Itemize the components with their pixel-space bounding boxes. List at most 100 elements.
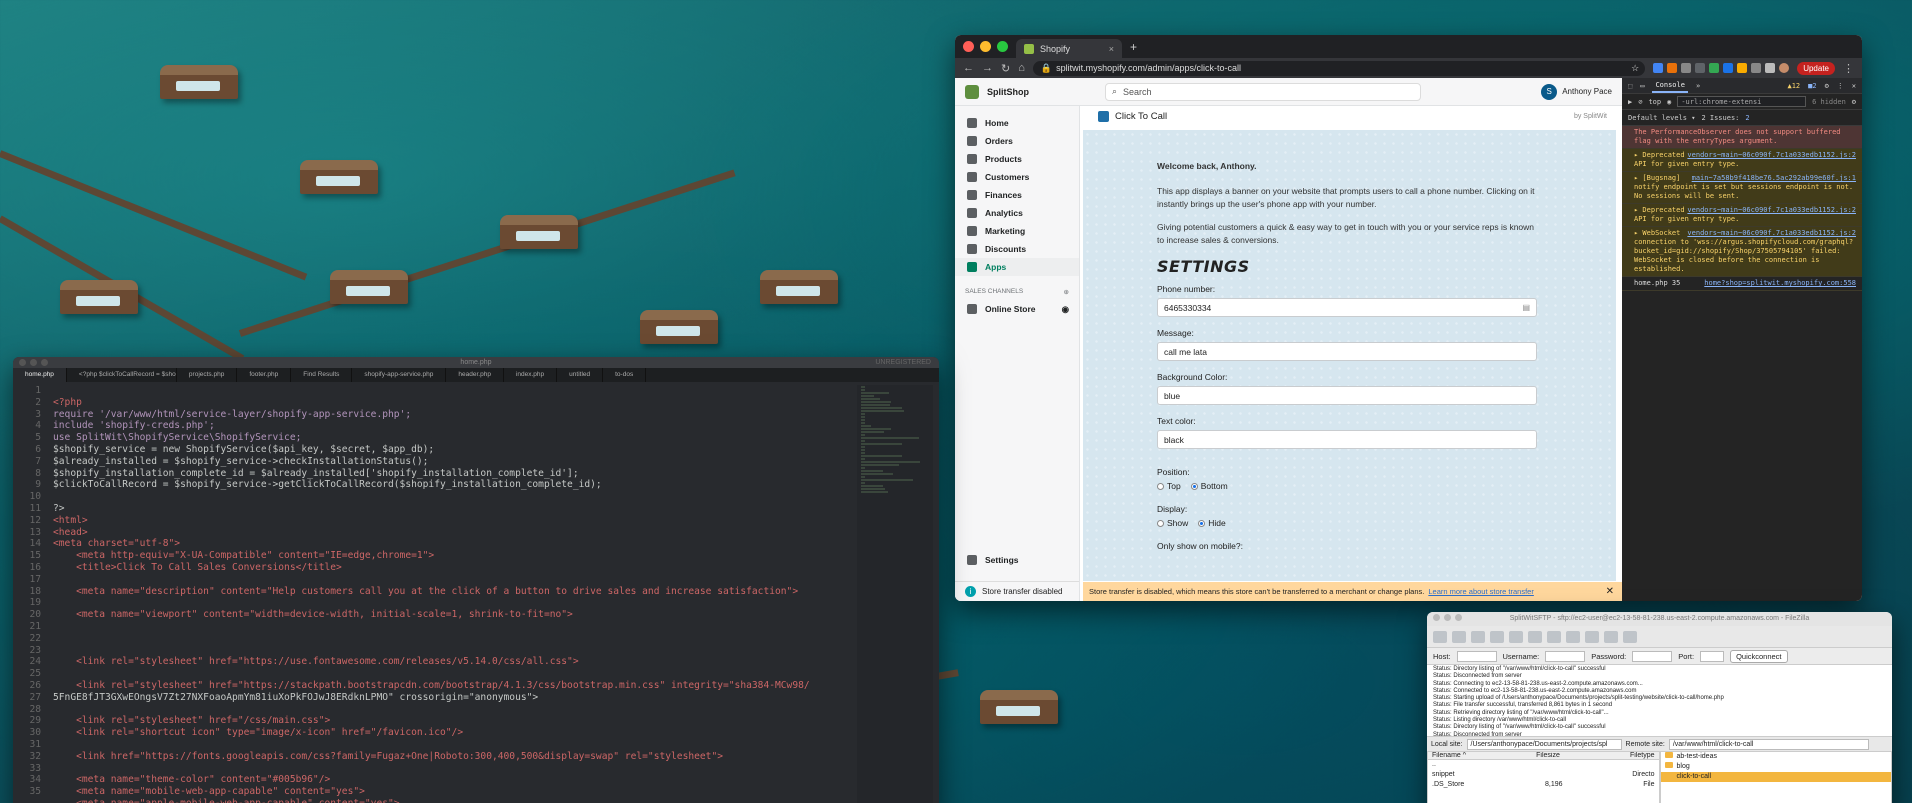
remote-folder-row[interactable]: click-to-call [1660,772,1891,782]
console-message[interactable]: The PerformanceObserver does not support… [1622,126,1862,149]
toggle-tree-icon[interactable] [1471,630,1485,643]
inspect-icon[interactable]: ⬚ [1628,82,1632,90]
minimize-window-button[interactable] [30,359,37,366]
console-source-link[interactable]: main~7a58b9f418be76.5ac292ab99e60f.js:1 [1692,174,1856,183]
quickconnect-button[interactable]: Quickconnect [1730,649,1788,663]
minimap[interactable] [857,385,933,803]
eye-icon[interactable]: ◉ [1062,304,1069,315]
bookmark-star-icon[interactable]: ☆ [1631,63,1639,74]
editor-tab[interactable]: Find Results [291,368,353,382]
zoom-window-button[interactable] [997,41,1008,52]
sidebar-item-finances[interactable]: Finances [955,186,1079,204]
search-icon[interactable] [1623,630,1637,643]
username-input[interactable] [1545,650,1586,662]
toggle-log-icon[interactable] [1452,630,1466,643]
clear-console-icon[interactable]: ⊘ [1638,98,1642,106]
position-top-radio[interactable]: Top [1157,481,1181,491]
clipboard-icon[interactable]: ▤ [1522,303,1530,312]
zoom-window-button[interactable] [1455,614,1462,621]
issues-label[interactable]: 2 Issues: [1701,114,1739,122]
console-source-link[interactable]: home?shop=splitwit.myshopify.com:558 [1704,279,1856,288]
eye-icon[interactable]: ◉ [1667,98,1671,106]
file-row[interactable]: .DS_Store 8,196 File [1428,780,1659,790]
log-levels-select[interactable]: Default levels ▾ [1628,114,1695,122]
console-filter-input[interactable]: -url:chrome-extensi [1677,96,1807,107]
sidebar-item-marketing[interactable]: Marketing [955,222,1079,240]
port-input[interactable] [1700,650,1725,662]
console-message[interactable]: main~7a58b9f418be76.5ac292ab99e60f.js:1 ▸… [1622,172,1862,204]
remote-folder-row[interactable]: ab-test-ideas [1661,752,1892,762]
gear-icon[interactable]: ⚙ [1825,82,1829,90]
column-header[interactable]: Filesize [1536,752,1560,759]
zoom-window-button[interactable] [41,359,48,366]
editor-tab[interactable]: home.php [13,368,67,382]
file-row[interactable]: .. [1428,760,1659,770]
extension-icon[interactable] [1695,63,1706,73]
close-window-button[interactable] [1433,614,1440,621]
close-window-button[interactable] [19,359,26,366]
editor-tab[interactable]: <?php $clickToCallRecord = $shopify_serv… [67,368,177,382]
remote-site-input[interactable]: /var/www/html/click-to-call [1668,738,1869,750]
refresh-icon[interactable] [1490,630,1504,643]
text-color-input[interactable]: black [1157,430,1537,449]
editor-tab[interactable]: header.php [446,368,504,382]
sidebar-item-orders[interactable]: Orders [955,132,1079,150]
sidebar-item-customers[interactable]: Customers [955,168,1079,186]
console-message[interactable]: home?shop=splitwit.myshopify.com:558 home… [1622,277,1862,291]
editor-tab[interactable]: footer.php [237,368,292,382]
background-color-input[interactable]: blue [1157,386,1537,405]
console-message[interactable]: vendors~main~06c090f.7c1a033edb1152.js:2… [1622,227,1862,277]
message-input[interactable]: call me lata [1157,342,1537,361]
extension-icon[interactable] [1667,63,1678,73]
tab-console[interactable]: Console [1652,79,1688,93]
sidebar-item-discounts[interactable]: Discounts [955,240,1079,258]
device-toolbar-icon[interactable]: ▭ [1640,82,1644,90]
browser-tab[interactable]: Shopify × [1016,39,1122,58]
sidebar-item-analytics[interactable]: Analytics [955,204,1079,222]
display-hide-radio[interactable]: Hide [1198,518,1226,528]
close-icon[interactable]: ✕ [1852,82,1856,90]
remote-folder-row[interactable]: blog [1661,762,1892,772]
editor-tab[interactable]: projects.php [177,368,238,382]
console-source-link[interactable]: vendors~main~06c090f.7c1a033edb1152.js:2 [1687,206,1856,215]
site-manager-icon[interactable] [1433,630,1447,643]
sidebar-toggle-icon[interactable]: ▶ [1628,98,1632,106]
disconnect-icon[interactable] [1547,630,1561,643]
new-tab-icon[interactable]: + [1130,40,1137,54]
filter-icon[interactable] [1585,630,1599,643]
extension-icon[interactable] [1681,63,1692,73]
sidebar-item-settings[interactable]: Settings [955,551,1079,569]
gear-icon[interactable]: ⚙ [1852,98,1856,106]
forward-icon[interactable]: → [982,62,993,74]
extension-icon[interactable] [1723,63,1734,73]
sidebar-item-products[interactable]: Products [955,150,1079,168]
extension-icon[interactable] [1737,63,1748,73]
sidebar-item-apps[interactable]: Apps [955,258,1079,276]
editor-tab[interactable]: to-dos [603,368,647,382]
console-message[interactable]: vendors~main~06c090f.7c1a033edb1152.js:2… [1622,204,1862,227]
extension-icon[interactable] [1653,63,1664,73]
sidebar-item-online-store[interactable]: Online Store ◉ [955,300,1079,318]
column-header[interactable]: Filetype [1630,752,1655,759]
warning-count-badge[interactable]: ▲12 [1787,82,1800,90]
display-show-radio[interactable]: Show [1157,518,1188,528]
close-tab-icon[interactable]: × [1109,44,1114,54]
extension-icon[interactable] [1709,63,1720,73]
code-area[interactable]: 1 2 <?php 3 require '/var/www/html/service-l… [13,385,859,803]
add-channel-icon[interactable]: ⊕ [1064,288,1069,296]
host-input[interactable] [1456,650,1497,662]
more-tabs-icon[interactable]: » [1696,82,1700,90]
editor-tab[interactable]: index.php [504,368,558,382]
extension-icon[interactable] [1751,63,1762,73]
cancel-icon[interactable] [1528,630,1542,643]
minimize-window-button[interactable] [980,41,991,52]
reload-icon[interactable]: ↻ [1001,62,1010,75]
phone-input[interactable]: 6465330334 ▤ [1157,298,1537,317]
reconnect-icon[interactable] [1566,630,1580,643]
more-menu-icon[interactable]: ⋮ [1843,62,1854,75]
console-message[interactable]: vendors~main~06c090f.7c1a033edb1152.js:2… [1622,149,1862,172]
position-bottom-radio[interactable]: Bottom [1190,481,1228,491]
context-select[interactable]: top [1648,98,1661,106]
file-row[interactable]: snippet Directo [1428,770,1659,780]
column-header[interactable]: Filename ^ [1432,752,1466,759]
